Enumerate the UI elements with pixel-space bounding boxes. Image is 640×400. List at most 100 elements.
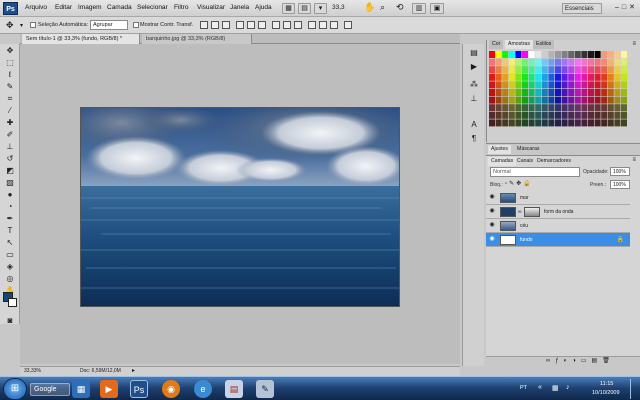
swatch[interactable] (607, 111, 614, 119)
clock-date[interactable]: 10/10/2009 (592, 390, 620, 396)
menu-arquivo[interactable]: Arquivo (25, 4, 47, 11)
menu-selecionar[interactable]: Selecionar (137, 4, 168, 11)
shape-tool-icon[interactable]: ▭ (4, 250, 16, 260)
swatch[interactable] (508, 73, 515, 81)
swatch[interactable] (528, 51, 535, 58)
align-bottom-icon[interactable] (222, 21, 230, 29)
swatch[interactable] (614, 58, 621, 66)
swatch[interactable] (528, 81, 535, 89)
swatch[interactable] (495, 119, 502, 127)
swatch[interactable] (502, 58, 509, 66)
swatch[interactable] (588, 96, 594, 104)
swatch[interactable] (581, 73, 588, 81)
swatch[interactable] (555, 81, 561, 89)
swatch[interactable] (515, 81, 522, 89)
start-button[interactable]: ⊞ (3, 378, 27, 400)
swatch[interactable] (548, 58, 555, 66)
swatch[interactable] (548, 96, 555, 104)
swatch[interactable] (522, 81, 528, 89)
swatch[interactable] (489, 66, 495, 74)
swatch[interactable] (489, 111, 495, 119)
swatch[interactable] (588, 58, 594, 66)
eye-icon[interactable]: ◉ (488, 221, 496, 230)
tab-camadas[interactable]: Camadas (488, 157, 517, 166)
swatch[interactable] (555, 89, 561, 96)
swatch[interactable] (522, 58, 528, 66)
eye-icon[interactable]: ◉ (488, 207, 496, 216)
swatch[interactable] (495, 58, 502, 66)
swatch[interactable] (614, 96, 621, 104)
minibridge-icon[interactable]: ▤ (298, 3, 311, 14)
swatch[interactable] (621, 58, 627, 66)
swatch[interactable] (581, 51, 588, 58)
swatch[interactable] (607, 58, 614, 66)
swatch[interactable] (594, 104, 601, 112)
tab-mascaras[interactable]: Máscaras (514, 145, 543, 154)
swatch[interactable] (594, 58, 601, 66)
swatch[interactable] (515, 104, 522, 112)
swatch[interactable] (515, 73, 522, 81)
swatch[interactable] (528, 66, 535, 74)
swatch[interactable] (522, 73, 528, 81)
swatch[interactable] (601, 89, 608, 96)
chevron-down-icon[interactable]: ▾ (20, 22, 23, 29)
distribute-right-icon[interactable] (330, 21, 338, 29)
move-tool-icon[interactable]: ✥ (4, 46, 16, 56)
swatch[interactable] (621, 104, 627, 112)
swatch[interactable] (594, 81, 601, 89)
swatch[interactable] (594, 51, 601, 58)
swatch[interactable] (502, 81, 509, 89)
swatch[interactable] (495, 89, 502, 96)
swatch[interactable] (535, 66, 542, 74)
swatch[interactable] (555, 58, 561, 66)
swatch[interactable] (594, 96, 601, 104)
distribute-top-icon[interactable] (272, 21, 280, 29)
swatch[interactable] (508, 96, 515, 104)
swatch[interactable] (601, 73, 608, 81)
clone-stamp-tool-icon[interactable]: ⊥ (4, 142, 16, 152)
swatch[interactable] (594, 119, 601, 127)
swatch[interactable] (489, 51, 495, 58)
swatch[interactable] (621, 73, 627, 81)
swatch[interactable] (568, 119, 575, 127)
swatch[interactable] (601, 104, 608, 112)
swatch[interactable] (581, 89, 588, 96)
swatch[interactable] (515, 51, 522, 58)
swatch[interactable] (607, 66, 614, 74)
swatch[interactable] (495, 51, 502, 58)
swatch[interactable] (555, 66, 561, 74)
transform-controls-checkbox[interactable] (133, 22, 139, 28)
align-right-icon[interactable] (258, 21, 266, 29)
gradient-tool-icon[interactable]: ▨ (4, 178, 16, 188)
swatch[interactable] (541, 89, 548, 96)
quick-select-tool-icon[interactable]: ✎ (4, 82, 16, 92)
auto-select-dropdown[interactable]: Agrupar (90, 20, 128, 30)
swatch[interactable] (561, 58, 568, 66)
swatch[interactable] (528, 73, 535, 81)
swatch[interactable] (489, 119, 495, 127)
swatch[interactable] (502, 89, 509, 96)
swatch[interactable] (489, 96, 495, 104)
language-indicator[interactable]: PT (520, 385, 527, 391)
distribute-left-icon[interactable] (308, 21, 316, 29)
swatch[interactable] (561, 51, 568, 58)
swatch[interactable] (535, 111, 542, 119)
swatch[interactable] (574, 58, 581, 66)
swatch[interactable] (568, 58, 575, 66)
path-selection-tool-icon[interactable]: ↖ (4, 238, 16, 248)
swatch[interactable] (508, 111, 515, 119)
history-panel-icon[interactable]: ▤ (468, 48, 480, 58)
quick-mask-icon[interactable]: ◙ (4, 316, 16, 326)
explorer-icon[interactable]: ▦ (72, 380, 90, 398)
arrange-documents-icon[interactable]: ▥ (412, 3, 426, 14)
history-brush-tool-icon[interactable]: ↺ (4, 154, 16, 164)
swatch[interactable] (614, 89, 621, 96)
swatch[interactable] (555, 73, 561, 81)
swatch[interactable] (515, 119, 522, 127)
internet-explorer-icon[interactable]: e (194, 380, 212, 398)
swatch[interactable] (489, 104, 495, 112)
swatch[interactable] (588, 51, 594, 58)
distribute-bottom-icon[interactable] (294, 21, 302, 29)
swatch[interactable] (594, 73, 601, 81)
swatch[interactable] (614, 66, 621, 74)
